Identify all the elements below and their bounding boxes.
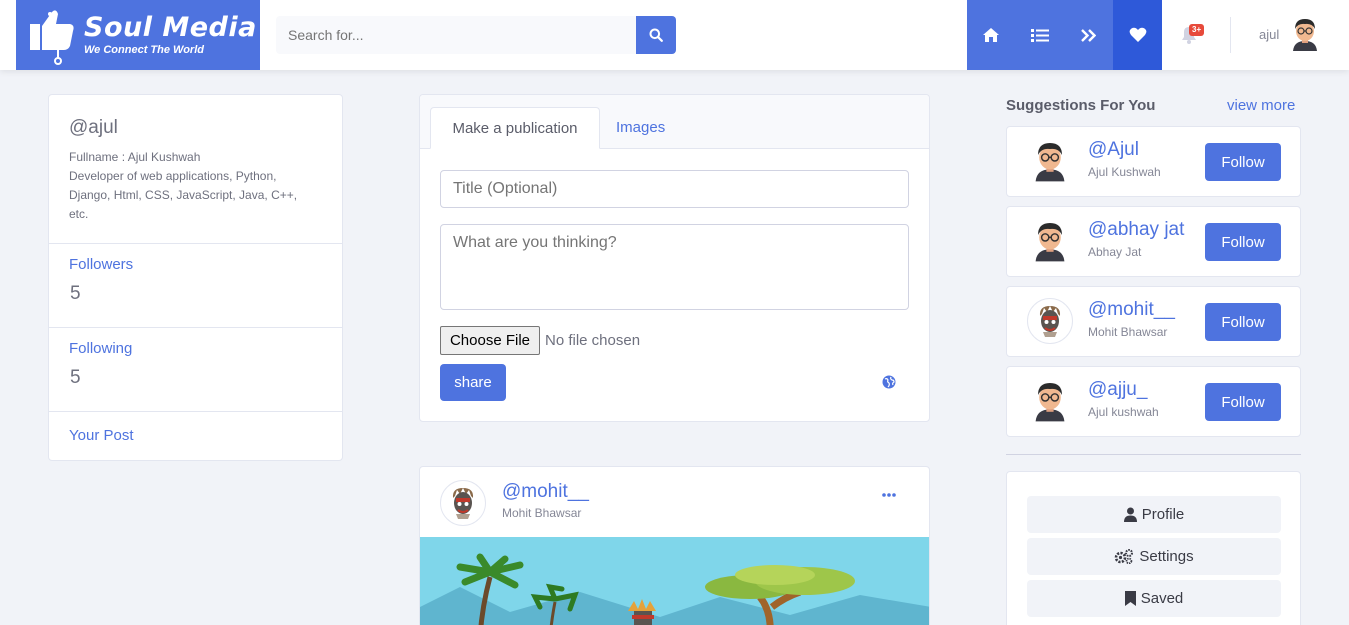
search-input[interactable] [276,16,636,54]
post-author-handle[interactable]: @mohit__ [502,481,589,503]
boy-avatar-icon [1035,223,1065,262]
post-image[interactable] [420,537,930,625]
profile-button-label: Profile [1141,506,1185,523]
publication-tabs: Make a publication Images [420,95,929,149]
nav-icon-group [967,0,1162,70]
saved-button[interactable]: Saved [1027,580,1281,617]
search-icon [649,28,663,42]
divider [49,243,342,244]
follow-button[interactable]: Follow [1205,143,1281,181]
home-icon [983,28,1000,42]
suggestion-name: Mohit Bhawsar [1088,325,1168,339]
follow-button[interactable]: Follow [1205,383,1281,421]
post-card: @mohit__ Mohit Bhawsar [419,466,930,625]
user-menu-card: Profile Settings Saved [1006,471,1301,625]
brand[interactable]: Soul Media We Connect The World [16,0,260,70]
profile-button[interactable]: Profile [1027,496,1281,533]
suggestion-avatar[interactable] [1027,218,1073,264]
nav-forward-button[interactable] [1065,0,1114,70]
user-icon [1123,507,1137,522]
nav-username[interactable]: ajul [1259,27,1279,42]
top-navbar: Soul Media We Connect The World Search f… [0,0,1349,70]
notification-badge: 3+ [1189,24,1205,36]
profile-fullname: Fullname : Ajul Kushwah [69,150,201,164]
suggestion-name: Ajul kushwah [1088,405,1159,419]
suggestion-name: Abhay Jat [1088,245,1142,259]
your-post-link[interactable]: Your Post [69,427,134,444]
tribal-mask-avatar-icon [1039,306,1061,337]
navbar-divider [1230,17,1231,53]
follow-button[interactable]: Follow [1205,303,1281,341]
user-avatar[interactable] [1290,17,1320,51]
globe-icon[interactable] [882,375,896,389]
post-author-avatar[interactable] [440,480,486,526]
settings-button[interactable]: Settings [1027,538,1281,575]
suggestion-handle[interactable]: @abhay jat [1088,219,1184,241]
post-author-name: Mohit Bhawsar [502,506,582,520]
profile-info: Fullname : Ajul Kushwah Developer of web… [69,148,319,224]
file-status: No file chosen [545,332,641,349]
profile-bio: Developer of web applications, Python, D… [69,169,298,221]
suggestion-name: Ajul Kushwah [1088,165,1161,179]
profile-card: @ajul Fullname : Ajul Kushwah Developer … [48,94,343,461]
suggestion-handle[interactable]: @mohit__ [1088,299,1175,321]
suggestion-handle[interactable]: @Ajul [1088,139,1139,161]
settings-button-label: Settings [1139,548,1194,565]
search-bar [276,16,676,54]
post-body-textarea[interactable] [440,224,909,310]
follow-button[interactable]: Follow [1205,223,1281,261]
view-more-link[interactable]: view more [1227,97,1295,114]
suggestion-avatar[interactable] [1027,378,1073,424]
post-title-input[interactable] [440,170,909,208]
suggestion-card: @mohit__ Mohit Bhawsar Follow [1006,286,1301,357]
share-button[interactable]: share [440,364,506,401]
publication-card: Make a publication Images Choose File No… [419,94,930,422]
followers-count: 5 [70,283,81,304]
heart-icon [1129,27,1147,42]
following-link[interactable]: Following [69,340,132,357]
more-options-icon[interactable] [882,493,896,497]
suggestion-card: @Ajul Ajul Kushwah Follow [1006,126,1301,197]
brand-name: Soul Media [84,12,257,43]
brand-tagline: We Connect The World [84,44,204,56]
bookmark-icon [1124,591,1136,606]
suggestion-card: @abhay jat Abhay Jat Follow [1006,206,1301,277]
nav-favorites-button[interactable] [1113,0,1162,70]
boy-avatar-icon [1035,383,1065,422]
suggestion-handle[interactable]: @ajju_ [1088,379,1147,401]
nav-home-button[interactable] [967,0,1016,70]
search-button[interactable] [636,16,676,54]
tab-make-publication[interactable]: Make a publication [430,107,600,149]
suggestion-avatar[interactable] [1027,298,1073,344]
following-count: 5 [70,367,81,388]
suggestion-avatar[interactable] [1027,138,1073,184]
divider [49,411,342,412]
divider [1006,454,1301,455]
list-icon [1031,28,1050,42]
profile-handle: @ajul [69,117,118,138]
thumbs-up-logo-icon [30,10,74,65]
gears-icon [1115,549,1134,564]
suggestion-card: @ajju_ Ajul kushwah Follow [1006,366,1301,437]
double-chevron-right-icon [1081,28,1097,42]
boy-avatar-icon [1035,143,1065,182]
followers-link[interactable]: Followers [69,256,133,273]
suggestions-title: Suggestions For You [1006,97,1156,114]
divider [49,327,342,328]
tab-images[interactable]: Images [616,107,665,149]
nav-list-button[interactable] [1016,0,1065,70]
saved-button-label: Saved [1140,590,1184,607]
choose-file-button[interactable]: Choose File [440,326,540,355]
tribal-mask-avatar-icon [452,488,474,519]
